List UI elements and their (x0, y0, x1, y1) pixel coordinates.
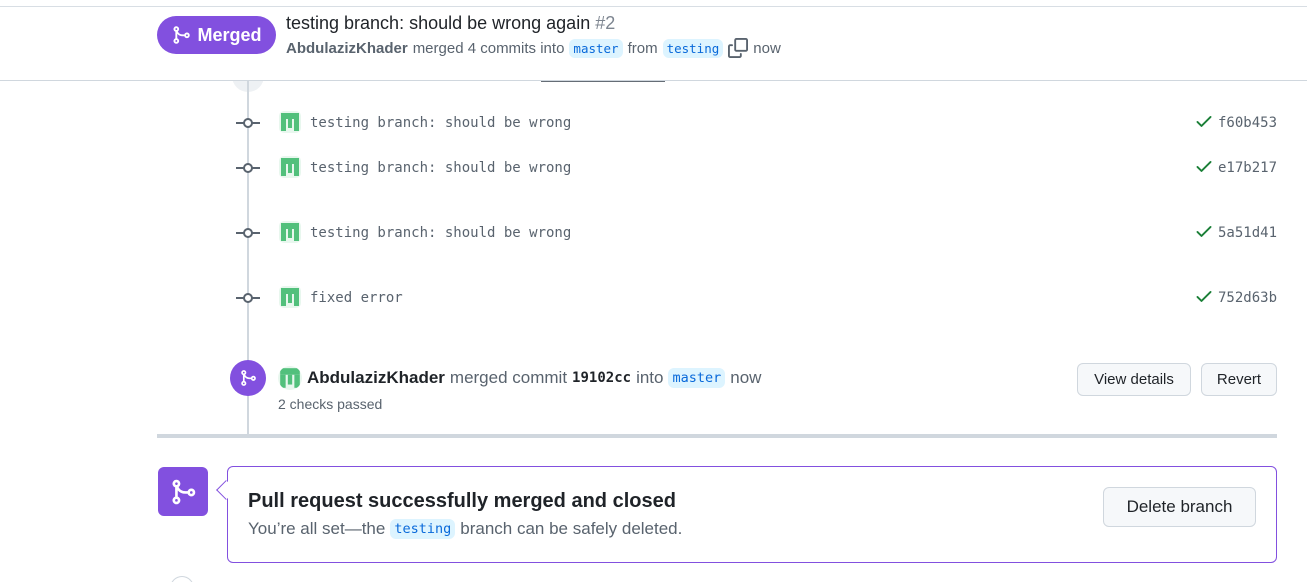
merged-box-icon-tile (158, 467, 208, 516)
pr-title-text: testing branch: should be wrong again (286, 13, 591, 33)
merge-commit-sha-link[interactable]: 19102cc (572, 370, 631, 386)
check-icon[interactable] (1194, 286, 1214, 306)
avatar[interactable] (279, 286, 301, 308)
git-merge-icon (172, 479, 196, 504)
avatar[interactable] (279, 221, 301, 243)
head-branch-pill[interactable]: testing (662, 38, 724, 58)
pr-from-text: from (627, 39, 658, 57)
checks-passed-text[interactable]: 2 checks passed (278, 396, 382, 412)
pr-meta: AbdulazizKhader merged 4 commits into ma… (286, 38, 781, 58)
merged-box-title: Pull request successfully merged and clo… (248, 490, 676, 512)
commit-message-link[interactable]: fixed error (310, 290, 403, 306)
commit-message-link[interactable]: testing branch: should be wrong (310, 160, 571, 176)
merge-time: now (730, 368, 762, 387)
avatar[interactable] (278, 366, 302, 390)
copy-icon[interactable] (728, 38, 749, 58)
commit-message-link[interactable]: testing branch: should be wrong (310, 225, 571, 241)
commit-row: testing branch: should be wrong f60b453 (236, 111, 1281, 135)
view-details-button[interactable]: View details (1077, 363, 1191, 396)
merged-sub-prefix: You’re all set—the (248, 519, 386, 538)
git-commit-icon (236, 118, 260, 128)
check-icon[interactable] (1194, 221, 1214, 241)
commit-sha-link[interactable]: e17b217 (1218, 160, 1277, 176)
pr-time: now (753, 39, 781, 57)
next-item-partial (170, 576, 194, 582)
commit-row: testing branch: should be wrong 5a51d41 (236, 221, 1281, 245)
merge-event-text: AbdulazizKhader merged commit 19102cc in… (278, 366, 761, 390)
merge-event-verb: merged commit (449, 368, 568, 387)
commit-message-link[interactable]: testing branch: should be wrong (310, 115, 571, 131)
pr-author-link[interactable]: AbdulazizKhader (286, 40, 408, 57)
commit-sha-link[interactable]: 752d63b (1218, 290, 1277, 306)
merged-sub-suffix: branch can be safely deleted. (460, 519, 683, 538)
merge-branch-pill[interactable]: master (668, 368, 726, 388)
base-branch-pill[interactable]: master (569, 38, 623, 58)
merge-event-node (230, 360, 266, 396)
pr-number: #2 (595, 13, 616, 33)
git-commit-icon (236, 293, 260, 303)
timeline-divider (157, 434, 1277, 438)
git-merge-icon (173, 26, 191, 44)
merged-status-badge: Merged (157, 16, 276, 54)
check-icon[interactable] (1194, 111, 1214, 131)
avatar[interactable] (279, 156, 301, 178)
pr-title: testing branch: should be wrong again #2 (286, 13, 615, 34)
delete-branch-button[interactable]: Delete branch (1103, 487, 1256, 527)
revert-button[interactable]: Revert (1201, 363, 1277, 396)
git-commit-icon (236, 228, 260, 238)
commit-row: fixed error 752d63b (236, 286, 1281, 310)
merged-status-label: Merged (197, 24, 262, 45)
merged-box-branch-pill[interactable]: testing (390, 519, 456, 539)
git-commit-icon (236, 163, 260, 173)
git-merge-icon (241, 370, 256, 386)
merged-box-subtitle: You’re all set—the testing branch can be… (248, 519, 682, 539)
merge-author-link[interactable]: AbdulazizKhader (307, 368, 445, 388)
commit-row: testing branch: should be wrong e17b217 (236, 156, 1281, 180)
check-icon[interactable] (1194, 156, 1214, 176)
commit-sha-link[interactable]: f60b453 (1218, 115, 1277, 131)
merge-into-text: into (636, 368, 664, 387)
commit-sha-link[interactable]: 5a51d41 (1218, 225, 1277, 241)
avatar[interactable] (279, 111, 301, 133)
pr-meta-text: merged 4 commits into (412, 39, 565, 57)
